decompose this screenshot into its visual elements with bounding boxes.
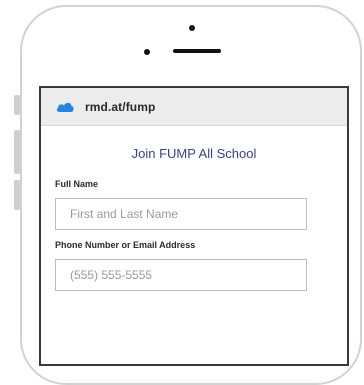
contact-input[interactable]: (555) 555-5555 bbox=[55, 259, 307, 291]
cloud-icon bbox=[56, 102, 74, 112]
form-title: Join FUMP All School bbox=[131, 146, 257, 161]
contact-label: Phone Number or Email Address bbox=[55, 240, 196, 250]
url-text: rmd.at/fump bbox=[85, 99, 156, 114]
contact-placeholder: (555) 555-5555 bbox=[70, 268, 153, 282]
signup-form: Join FUMP All School Full Name First and… bbox=[41, 146, 347, 291]
full-name-placeholder: First and Last Name bbox=[70, 207, 179, 221]
earpiece-speaker-icon bbox=[173, 49, 221, 53]
full-name-input[interactable]: First and Last Name bbox=[55, 198, 307, 230]
front-camera-icon bbox=[189, 25, 195, 31]
full-name-label: Full Name bbox=[55, 179, 99, 189]
phone-screen: rmd.at/fump Join FUMP All School Full Na… bbox=[39, 86, 349, 366]
proximity-sensor-icon bbox=[144, 49, 150, 55]
browser-url-bar[interactable]: rmd.at/fump bbox=[41, 88, 347, 126]
